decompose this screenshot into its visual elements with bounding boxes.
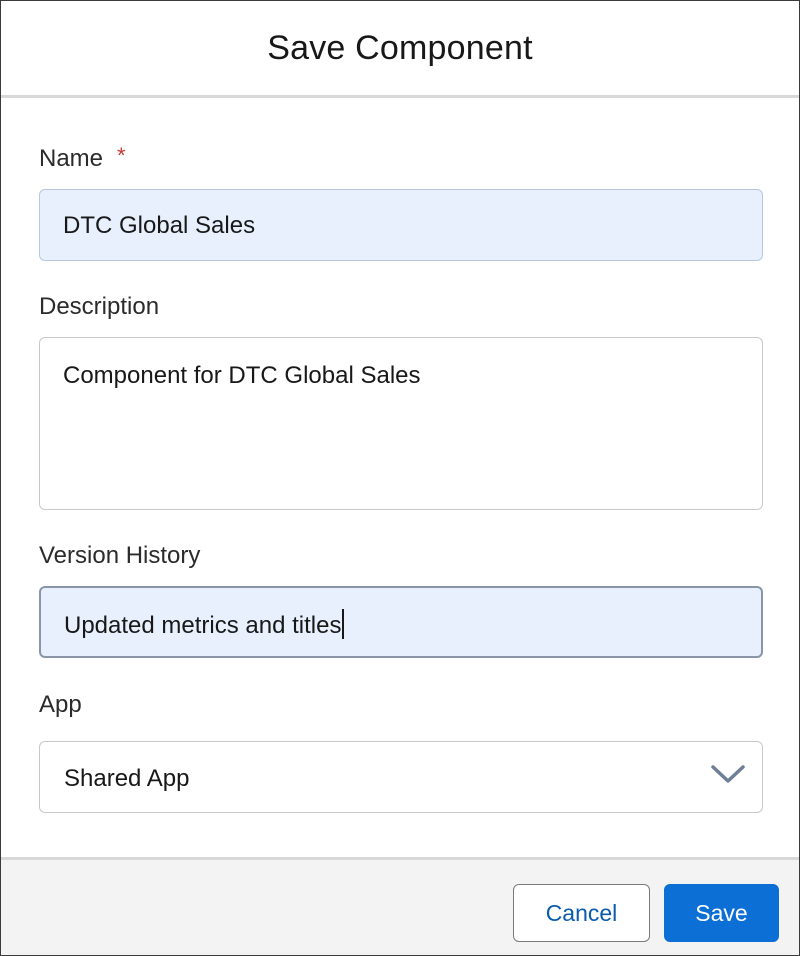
version-history-label-text: Version History	[39, 542, 201, 569]
name-label: Name *	[39, 143, 126, 173]
cancel-button[interactable]: Cancel	[513, 884, 650, 942]
description-label-text: Description	[39, 293, 160, 320]
name-input-value: DTC Global Sales	[63, 212, 256, 239]
name-input[interactable]: DTC Global Sales	[39, 189, 763, 261]
save-component-dialog: Save Component Name * DTC Global Sales De…	[0, 0, 800, 956]
chevron-down-icon[interactable]	[710, 762, 746, 786]
dialog-header: Save Component	[1, 1, 799, 98]
name-label-text: Name	[39, 145, 104, 172]
app-label: App	[39, 691, 82, 719]
description-label: Description	[39, 293, 159, 321]
dialog-footer: Cancel Save	[1, 857, 799, 955]
app-select-value: Shared App	[64, 765, 190, 792]
description-textarea-value: Component for DTC Global Sales	[63, 362, 421, 389]
version-history-label: Version History	[39, 542, 200, 570]
version-history-input-content: Updated metrics and titles	[64, 609, 345, 640]
dialog-title: Save Component	[267, 28, 533, 67]
version-history-input[interactable]: Updated metrics and titles	[39, 586, 763, 658]
description-textarea[interactable]: Component for DTC Global Sales	[39, 337, 763, 510]
text-cursor	[342, 609, 345, 639]
save-button[interactable]: Save	[664, 884, 779, 942]
version-history-input-value: Updated metrics and titles	[64, 612, 342, 639]
app-label-text: App	[39, 691, 82, 718]
app-select[interactable]: Shared App	[39, 741, 763, 813]
required-asterisk: *	[117, 143, 126, 168]
